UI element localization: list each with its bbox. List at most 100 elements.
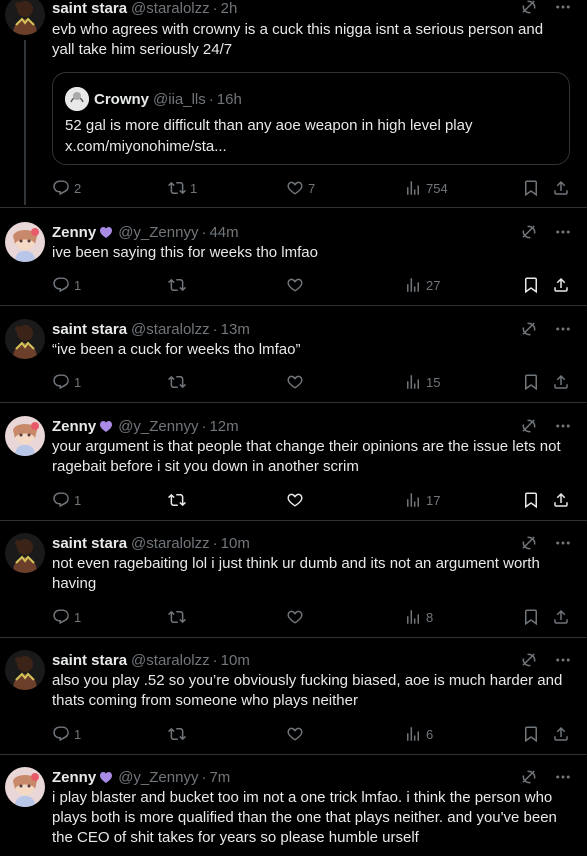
retweet-button[interactable]: 1 [168,179,197,197]
views-button[interactable]: 17 [404,491,440,509]
like-button[interactable] [286,608,304,626]
avatar[interactable] [5,416,45,456]
author-handle[interactable]: @y_Zennyy [118,418,198,435]
author-name[interactable]: Zenny [52,418,96,435]
share-button[interactable] [552,491,570,509]
views-button[interactable]: 15 [404,373,440,391]
author-handle[interactable]: @staralolzz [131,652,210,669]
more-icon[interactable] [553,222,573,242]
grok-icon[interactable] [519,416,539,436]
more-icon[interactable] [553,650,573,670]
more-icon[interactable] [553,319,573,339]
like-button[interactable] [286,725,304,743]
avatar[interactable] [5,0,45,35]
author-name[interactable]: Zenny [52,224,96,241]
divider [0,207,587,208]
more-icon[interactable] [553,416,573,436]
bookmark-button[interactable] [522,373,540,391]
more-icon[interactable] [553,533,573,553]
views-button[interactable]: 27 [404,276,440,294]
author-handle[interactable]: @staralolzz [131,321,210,338]
author-handle[interactable]: @staralolzz [131,0,210,17]
reply-button[interactable]: 1 [52,608,81,626]
timestamp[interactable]: 44m [209,224,238,241]
bookmark-button[interactable] [522,276,540,294]
header-actions [519,222,573,242]
separator: · [201,223,207,241]
share-button[interactable] [552,608,570,626]
like-button[interactable]: 7 [286,179,315,197]
retweet-button[interactable] [168,491,186,509]
avatar[interactable] [5,533,45,573]
action-bar: 1 6 [52,724,573,744]
share-button[interactable] [552,179,570,197]
views-button[interactable]: 754 [404,179,448,197]
avatar[interactable] [5,767,45,807]
divider [0,754,587,755]
avatar[interactable] [5,319,45,359]
tweet[interactable]: Zenny @y_Zennyy · 44m ive been saying th… [0,222,587,314]
avatar[interactable] [5,650,45,690]
divider [0,637,587,638]
tweet[interactable]: saint stara @staralolzz · 10m not even r… [0,533,587,645]
heart-badge-icon [98,418,114,434]
retweet-button[interactable] [168,608,186,626]
share-button[interactable] [552,725,570,743]
timestamp[interactable]: 7m [209,769,230,786]
views-button[interactable]: 8 [404,608,433,626]
author-name[interactable]: saint stara [52,0,127,17]
author-handle[interactable]: @y_Zennyy [118,224,198,241]
tweet[interactable]: Zenny @y_Zennyy · 12m your argument is t… [0,416,587,528]
bookmark-button[interactable] [522,608,540,626]
quoted-tweet[interactable]: Crowny @iia_lls · 16h 52 gal is more dif… [52,72,570,165]
views-button[interactable]: 6 [404,725,433,743]
reply-button[interactable]: 1 [52,725,81,743]
reply-button[interactable]: 1 [52,276,81,294]
author-handle[interactable]: @staralolzz [131,535,210,552]
like-button[interactable] [286,373,304,391]
timestamp[interactable]: 10m [221,652,250,669]
timestamp[interactable]: 2h [221,0,238,17]
tweet-header: Zenny @y_Zennyy · 12m [52,416,577,436]
grok-icon[interactable] [519,767,539,787]
bookmark-button[interactable] [522,179,540,197]
divider [0,520,587,521]
like-button[interactable] [286,491,304,509]
reply-button[interactable]: 2 [52,179,81,197]
retweet-button[interactable] [168,725,186,743]
tweet[interactable]: saint stara @staralolzz · 10m also you p… [0,650,587,762]
header-actions [519,319,573,339]
share-button[interactable] [552,373,570,391]
like-button[interactable] [286,276,304,294]
grok-icon[interactable] [519,0,539,17]
author-name[interactable]: saint stara [52,321,127,338]
views-count: 17 [426,492,441,508]
author-handle[interactable]: @y_Zennyy [118,769,198,786]
more-icon[interactable] [553,767,573,787]
grok-icon[interactable] [519,222,539,242]
quote-link[interactable]: x.com/miyonohime/sta... [65,136,557,157]
retweet-button[interactable] [168,276,186,294]
divider [0,305,587,306]
avatar[interactable] [5,222,45,262]
action-bar: 1 17 [52,490,573,510]
retweet-button[interactable] [168,373,186,391]
timestamp[interactable]: 10m [221,535,250,552]
author-name[interactable]: Zenny [52,769,96,786]
grok-icon[interactable] [519,319,539,339]
grok-icon[interactable] [519,650,539,670]
reply-button[interactable]: 1 [52,491,81,509]
author-name[interactable]: saint stara [52,535,127,552]
bookmark-button[interactable] [522,491,540,509]
bookmark-button[interactable] [522,725,540,743]
timestamp[interactable]: 13m [221,321,250,338]
author-name[interactable]: saint stara [52,652,127,669]
more-icon[interactable] [553,0,573,17]
timestamp[interactable]: 12m [209,418,238,435]
tweet[interactable]: Zenny @y_Zennyy · 7m i play blaster and … [0,767,587,856]
tweet[interactable]: saint stara @staralolzz · 2h evb who agr… [0,0,587,207]
grok-icon[interactable] [519,533,539,553]
tweet[interactable]: saint stara @staralolzz · 13m “ive been … [0,319,587,411]
share-button[interactable] [552,276,570,294]
reply-button[interactable]: 1 [52,373,81,391]
